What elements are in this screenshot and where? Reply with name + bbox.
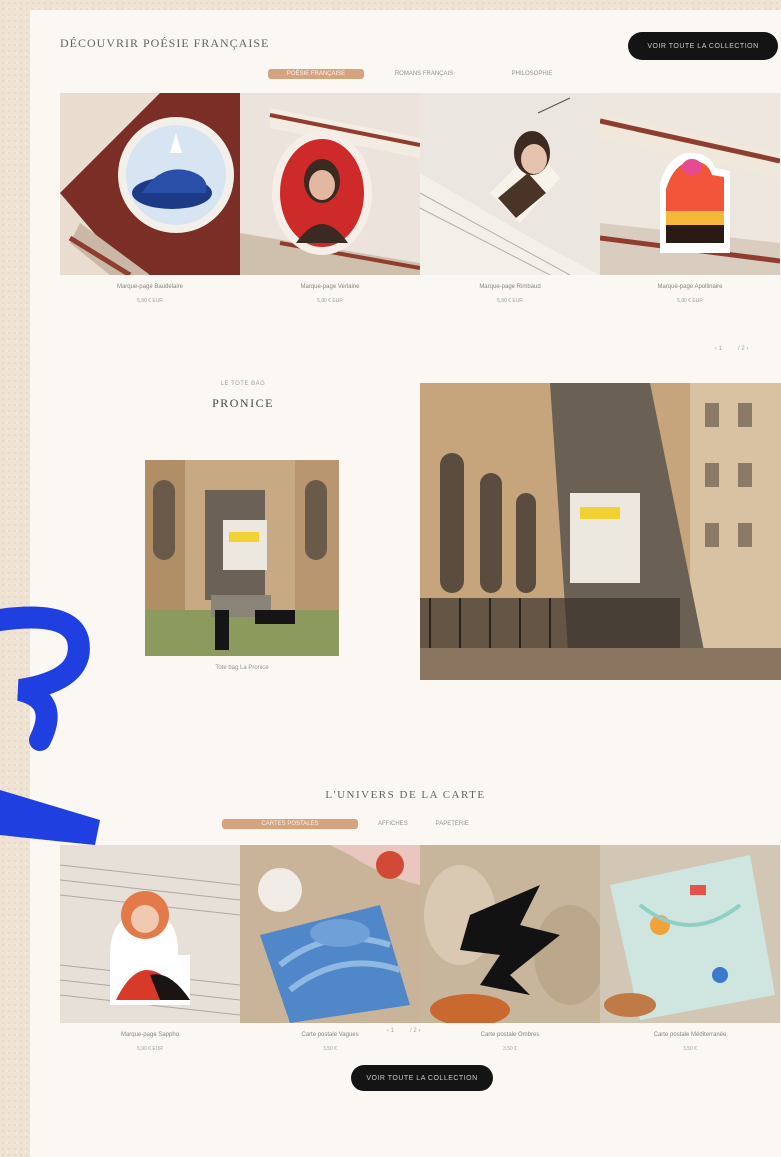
pagination-next[interactable]: / 2 › [410, 1028, 420, 1034]
page-canvas: DÉCOUVRIR POÉSIE FRANÇAISE VOIR TOUTE LA… [30, 10, 781, 1157]
product-card[interactable]: Carte postale Vagues 3,50 € [240, 845, 420, 1052]
product-name[interactable]: Marque-page Verlaine [240, 284, 420, 290]
shadows-card-icon [420, 845, 600, 1023]
product-price: 3,50 € [683, 1046, 697, 1052]
product-name[interactable]: Marque-page Apollinaire [600, 284, 780, 290]
product-name[interactable]: Marque-page Sappho [60, 1032, 240, 1038]
sunset-bookmark-icon [600, 93, 780, 275]
product-name[interactable]: Carte postale Ombres [420, 1032, 600, 1038]
section-heading: PRONICE [212, 396, 274, 410]
tote-bag-photo-large[interactable] [420, 383, 781, 680]
tote-bag-photo-small [145, 460, 339, 656]
product-price: 5,90 € EUR [497, 298, 523, 304]
mediterranee-card-icon [600, 845, 780, 1023]
product-image[interactable] [60, 93, 240, 275]
product-card[interactable]: Marque-page Baudelaire 5,90 € EUR [60, 93, 240, 304]
product-image[interactable] [600, 845, 780, 1023]
product-image[interactable] [420, 93, 600, 275]
pagination: ‹ 1 / 2 › [387, 1028, 420, 1034]
product-price: 5,90 € EUR [137, 1046, 163, 1052]
pagination-next[interactable]: / 2 › [738, 346, 748, 352]
product-name[interactable]: Marque-page Rimbaud [420, 284, 600, 290]
product-image[interactable] [240, 93, 420, 275]
tab-affiches[interactable]: AFFICHES [370, 819, 416, 829]
section-title-carte: L'UNIVERS DE LA CARTE [325, 789, 486, 801]
category-tabs-carte: CARTES POSTALES AFFICHES PAPETERIE [222, 819, 477, 829]
whale-bookmark-icon [60, 93, 240, 275]
pagination-prev[interactable]: ‹ 1 [715, 346, 722, 352]
tab-cartes-postales[interactable]: CARTES POSTALES [222, 819, 358, 829]
product-image[interactable] [420, 845, 600, 1023]
section-title-poesie: DÉCOUVRIR POÉSIE FRANÇAISE [60, 36, 270, 50]
waves-card-icon [240, 845, 420, 1023]
building-photo [420, 383, 781, 680]
tote-bag-photo[interactable] [145, 460, 339, 656]
product-image[interactable] [600, 93, 780, 275]
product-price: 3,50 € [503, 1046, 517, 1052]
tab-poesie-francaise[interactable]: POÉSIE FRANÇAISE [268, 69, 364, 79]
product-card[interactable]: Carte postale Ombres 3,50 € [420, 845, 600, 1052]
tab-papeterie[interactable]: PAPETERIE [428, 819, 477, 829]
portrait-bookmark-icon [240, 93, 420, 275]
product-row-carte: Marque-page Sappho 5,90 € EUR Carte post… [60, 845, 780, 1052]
product-card[interactable]: Marque-page Rimbaud 5,90 € EUR [420, 93, 600, 304]
view-collection-button[interactable]: VOIR TOUTE LA COLLECTION [351, 1065, 493, 1091]
view-collection-button[interactable]: VOIR TOUTE LA COLLECTION [628, 32, 778, 60]
section-kicker: LE TOTE BAG [220, 381, 266, 387]
product-row-poesie: Marque-page Baudelaire 5,90 € EUR Marque… [60, 93, 780, 304]
product-name[interactable]: Carte postale Méditerranée [600, 1032, 780, 1038]
product-price: 3,50 € [323, 1046, 337, 1052]
product-price: 5,90 € EUR [317, 298, 343, 304]
scribble-decoration-icon [0, 606, 100, 845]
product-card[interactable]: Marque-page Apollinaire 5,90 € EUR [600, 93, 780, 304]
photo-caption: Tote bag La Pronice [215, 665, 269, 671]
tab-philosophie[interactable]: PHILOSOPHIE [484, 69, 580, 79]
pagination: ‹ 1 / 2 › [715, 346, 748, 352]
product-name[interactable]: Marque-page Baudelaire [60, 284, 240, 290]
product-image[interactable] [240, 845, 420, 1023]
poet-bookmark-icon [420, 93, 600, 275]
product-card[interactable]: Marque-page Verlaine 5,90 € EUR [240, 93, 420, 304]
product-card[interactable]: Carte postale Méditerranée 3,50 € [600, 845, 780, 1052]
pagination-prev[interactable]: ‹ 1 [387, 1028, 394, 1034]
product-price: 5,90 € EUR [677, 298, 703, 304]
tab-romans-francais[interactable]: ROMANS FRANÇAIS [376, 69, 472, 79]
category-tabs-poesie: POÉSIE FRANÇAISE ROMANS FRANÇAIS PHILOSO… [268, 69, 580, 79]
product-price: 5,90 € EUR [137, 298, 163, 304]
